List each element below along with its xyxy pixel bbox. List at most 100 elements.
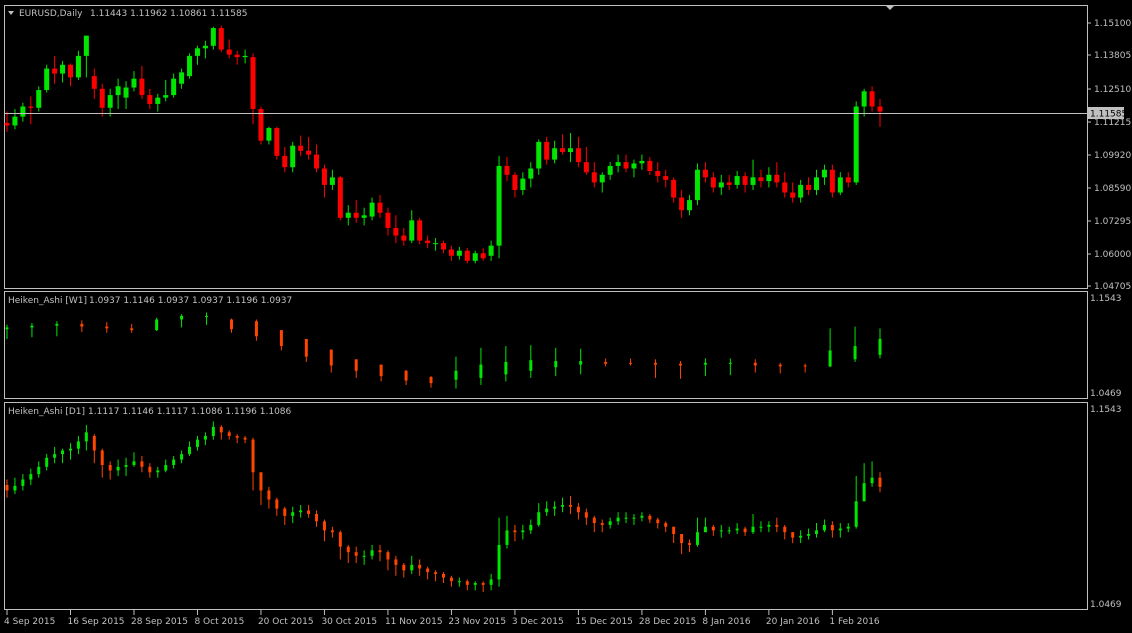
- ha-d1-candle-body: [370, 550, 374, 556]
- candle-body: [441, 243, 446, 250]
- ha-w1-candle-body: [778, 364, 782, 367]
- ha-d1-candle-body: [203, 435, 207, 440]
- ha-d1-candle-body: [322, 521, 326, 531]
- ha-w1-candle-body: [329, 349, 333, 366]
- ha-d1-candle-body: [283, 508, 287, 516]
- candle-body: [75, 55, 81, 78]
- symbol-label: EURUSD,Daily: [19, 9, 83, 19]
- ha-d1-candle-body: [664, 523, 668, 527]
- ha-d1-candle-body: [410, 564, 414, 571]
- ha-w1-candle-body: [454, 370, 458, 380]
- candle-body: [361, 215, 367, 218]
- candle-body: [726, 182, 732, 185]
- candle-body: [266, 127, 272, 141]
- candle-body: [488, 245, 494, 256]
- ha-d1-candle-body: [838, 528, 842, 531]
- ha-d1-candle-body: [568, 504, 572, 507]
- ha-d1-candle-body: [791, 532, 795, 538]
- dropdown-arrow-icon[interactable]: [8, 11, 14, 15]
- ha-d1-candle-body: [418, 564, 422, 569]
- ha-d1-values: 1.1117 1.1146 1.1117 1.1086 1.1196 1.108…: [88, 407, 292, 417]
- ha-d1-candle-body: [854, 501, 858, 527]
- candle-body: [393, 227, 399, 236]
- chart-canvas: 1.11585 EURUSD,Daily 1.11443 1.11962 1.1…: [4, 5, 1131, 627]
- ha-d1-candles: [5, 421, 882, 593]
- ha-d1-candle-body: [378, 550, 382, 553]
- ha-w1-candle-body: [529, 360, 533, 371]
- ha-d1-candle-body: [172, 459, 176, 466]
- candle-body: [861, 91, 867, 107]
- ha-d1-candle-body: [553, 506, 557, 509]
- y-tick-label: 1.1543: [1090, 405, 1122, 415]
- x-tick-label: 3 Dec 2015: [512, 617, 564, 627]
- ha-w1-candle-body: [654, 362, 658, 365]
- ha-d1-candle-body: [465, 581, 469, 585]
- ha-w1-candle-body: [554, 361, 558, 368]
- candle-body: [591, 172, 597, 183]
- ha-d1-candle-body: [616, 517, 620, 522]
- ha-w1-candle-body: [354, 359, 358, 371]
- ha-d1-candle-body: [434, 572, 438, 574]
- candle-body: [12, 116, 18, 126]
- candle-body: [28, 106, 34, 108]
- candle-body: [290, 145, 296, 168]
- ha-d1-candle-body: [807, 534, 811, 536]
- ha-d1-candle-body: [330, 530, 334, 533]
- ha-d1-candle-body: [108, 465, 112, 471]
- candle-body: [377, 202, 383, 213]
- ha-d1-y-axis: 1.1543 1.0469: [1090, 405, 1122, 610]
- ha-d1-candle-body: [132, 461, 136, 466]
- y-tick-label: 1.12510: [1094, 85, 1131, 95]
- candle-body: [615, 162, 621, 166]
- x-tick-label: 4 Sep 2015: [4, 617, 55, 627]
- candle-body: [52, 68, 58, 74]
- candle-body: [694, 169, 700, 201]
- candle-body: [837, 177, 843, 193]
- y-tick-label: 1.06000: [1094, 250, 1131, 260]
- ha-d1-candle-body: [243, 437, 247, 440]
- x-tick-label: 11 Nov 2015: [385, 617, 443, 627]
- candle-body: [282, 155, 288, 168]
- candle-body: [869, 91, 875, 107]
- ha-d1-candle-body: [84, 432, 88, 442]
- ha-d1-candle-body: [656, 519, 660, 524]
- candle-body: [798, 184, 804, 198]
- candle-body: [425, 240, 431, 244]
- candle-body: [528, 168, 534, 179]
- candle-body: [139, 78, 145, 96]
- ha-w1-candle-body: [55, 323, 59, 326]
- candle-body: [480, 253, 486, 259]
- ha-w1-candle-body: [728, 362, 732, 364]
- y-tick-label: 1.0469: [1090, 389, 1122, 399]
- ha-d1-candle-body: [140, 461, 144, 467]
- candle-body: [226, 49, 232, 55]
- candle-body: [750, 177, 756, 185]
- candle-body: [337, 177, 343, 218]
- ha-d1-candle-body: [815, 530, 819, 535]
- ha-w1-candle-body: [753, 362, 757, 366]
- ha-d1-candle-body: [116, 466, 120, 471]
- ha-w1-candle-body: [604, 361, 608, 364]
- ha-d1-candle-body: [529, 524, 533, 531]
- ha-d1-candle-body: [362, 555, 366, 557]
- candle-body: [210, 28, 216, 46]
- ha-d1-candle-body: [76, 441, 80, 449]
- candle-body: [298, 145, 304, 151]
- candle-body: [107, 95, 113, 108]
- candle-body: [385, 212, 391, 228]
- ha-d1-title: Heiken_Ashi [D1]: [8, 407, 85, 417]
- ha-d1-candle-body: [624, 517, 628, 519]
- candle-body: [464, 250, 470, 261]
- ha-w1-title: Heiken_Ashi [W1]: [8, 296, 87, 306]
- ha-d1-candle-body: [156, 470, 160, 473]
- candle-body: [448, 249, 454, 256]
- candle-body: [171, 78, 177, 96]
- candle-body: [718, 182, 724, 188]
- candle-body: [187, 55, 193, 77]
- candle-body: [599, 174, 605, 183]
- candle-body: [36, 90, 42, 108]
- candle-body: [671, 179, 677, 198]
- ha-w1-candle-body: [878, 338, 882, 355]
- chart-shift-marker-icon[interactable]: [885, 5, 895, 10]
- ha-d1-candle-body: [799, 535, 803, 538]
